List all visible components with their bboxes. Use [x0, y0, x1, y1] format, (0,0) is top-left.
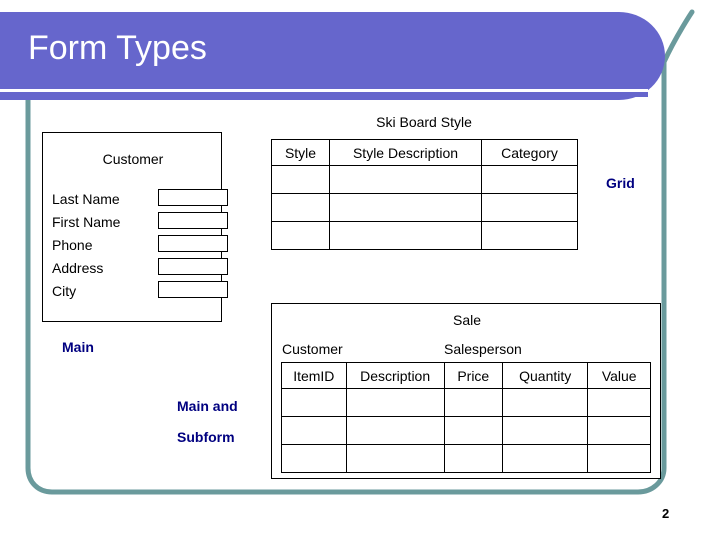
column-header-itemid[interactable]: ItemID	[281, 362, 347, 389]
customer-field-city: City	[52, 281, 228, 303]
cell-description[interactable]	[345, 388, 445, 417]
column-header-style-description[interactable]: Style Description	[329, 139, 482, 166]
sale-subform-grid[interactable]: ItemID Description Price Quantity Value	[281, 362, 651, 473]
customer-field-label: Address	[52, 260, 104, 276]
first-name-input[interactable]	[158, 212, 228, 229]
table-row[interactable]	[281, 444, 651, 473]
cell-quantity[interactable]	[501, 416, 589, 445]
table-header-row: ItemID Description Price Quantity Value	[281, 362, 651, 389]
cell-price[interactable]	[443, 416, 503, 445]
slide-canvas: Form Types Customer Last Name First Name…	[0, 0, 720, 540]
annotation-main: Main	[62, 339, 94, 355]
table-header-row: Style Style Description Category	[271, 139, 578, 166]
table-row[interactable]	[271, 193, 578, 222]
customer-field-label: Phone	[52, 237, 93, 253]
customer-field-label: Last Name	[52, 191, 120, 207]
column-header-style[interactable]: Style	[271, 139, 330, 166]
column-header-value[interactable]: Value	[587, 362, 651, 389]
cell-quantity[interactable]	[501, 388, 589, 417]
page-number: 2	[662, 506, 670, 521]
customer-form-title: Customer	[102, 151, 164, 167]
table-row[interactable]	[271, 221, 578, 250]
annotation-main-and: Main and	[177, 398, 238, 414]
table-row[interactable]	[281, 416, 651, 445]
cell-quantity[interactable]	[501, 444, 589, 473]
cell-style-description[interactable]	[329, 193, 482, 222]
customer-field-address: Address	[52, 258, 228, 280]
ski-board-style-grid[interactable]: Style Style Description Category	[271, 139, 578, 250]
cell-itemid[interactable]	[281, 388, 347, 417]
cell-style[interactable]	[271, 193, 330, 222]
cell-style[interactable]	[271, 221, 330, 250]
cell-description[interactable]	[345, 416, 445, 445]
customer-field-label: City	[52, 283, 77, 299]
cell-value[interactable]	[587, 444, 651, 473]
table-row[interactable]	[271, 165, 578, 194]
customer-field-phone: Phone	[52, 235, 228, 257]
customer-form-box: Customer Last Name First Name Phone Addr…	[42, 132, 228, 322]
cell-price[interactable]	[443, 444, 503, 473]
column-header-quantity[interactable]: Quantity	[501, 362, 589, 389]
cell-style[interactable]	[271, 165, 330, 194]
table-row[interactable]	[281, 388, 651, 417]
cell-category[interactable]	[481, 193, 578, 222]
sale-form-title: Sale	[452, 312, 482, 328]
cell-category[interactable]	[481, 165, 578, 194]
phone-input[interactable]	[158, 235, 228, 252]
cell-value[interactable]	[587, 388, 651, 417]
cell-price[interactable]	[443, 388, 503, 417]
annotation-subform: Subform	[177, 429, 235, 445]
last-name-input[interactable]	[158, 189, 228, 206]
page-title: Form Types	[28, 29, 207, 67]
customer-field-first-name: First Name	[52, 212, 228, 234]
ski-board-grid-caption: Ski Board Style	[376, 114, 472, 130]
column-header-description[interactable]: Description	[345, 362, 445, 389]
title-rule-purple	[0, 92, 648, 97]
cell-description[interactable]	[345, 444, 445, 473]
cell-style-description[interactable]	[329, 221, 482, 250]
cell-style-description[interactable]	[329, 165, 482, 194]
cell-category[interactable]	[481, 221, 578, 250]
column-header-category[interactable]: Category	[481, 139, 578, 166]
cell-itemid[interactable]	[281, 416, 347, 445]
column-header-price[interactable]: Price	[443, 362, 503, 389]
customer-field-last-name: Last Name	[52, 189, 228, 211]
cell-itemid[interactable]	[281, 444, 347, 473]
cell-value[interactable]	[587, 416, 651, 445]
sale-salesperson-label: Salesperson	[444, 341, 522, 357]
sale-form-box: Sale Customer Salesperson ItemID Descrip…	[271, 303, 661, 479]
city-input[interactable]	[158, 281, 228, 298]
address-input[interactable]	[158, 258, 228, 275]
customer-field-label: First Name	[52, 214, 121, 230]
annotation-grid: Grid	[606, 175, 635, 191]
sale-customer-label: Customer	[282, 341, 343, 357]
